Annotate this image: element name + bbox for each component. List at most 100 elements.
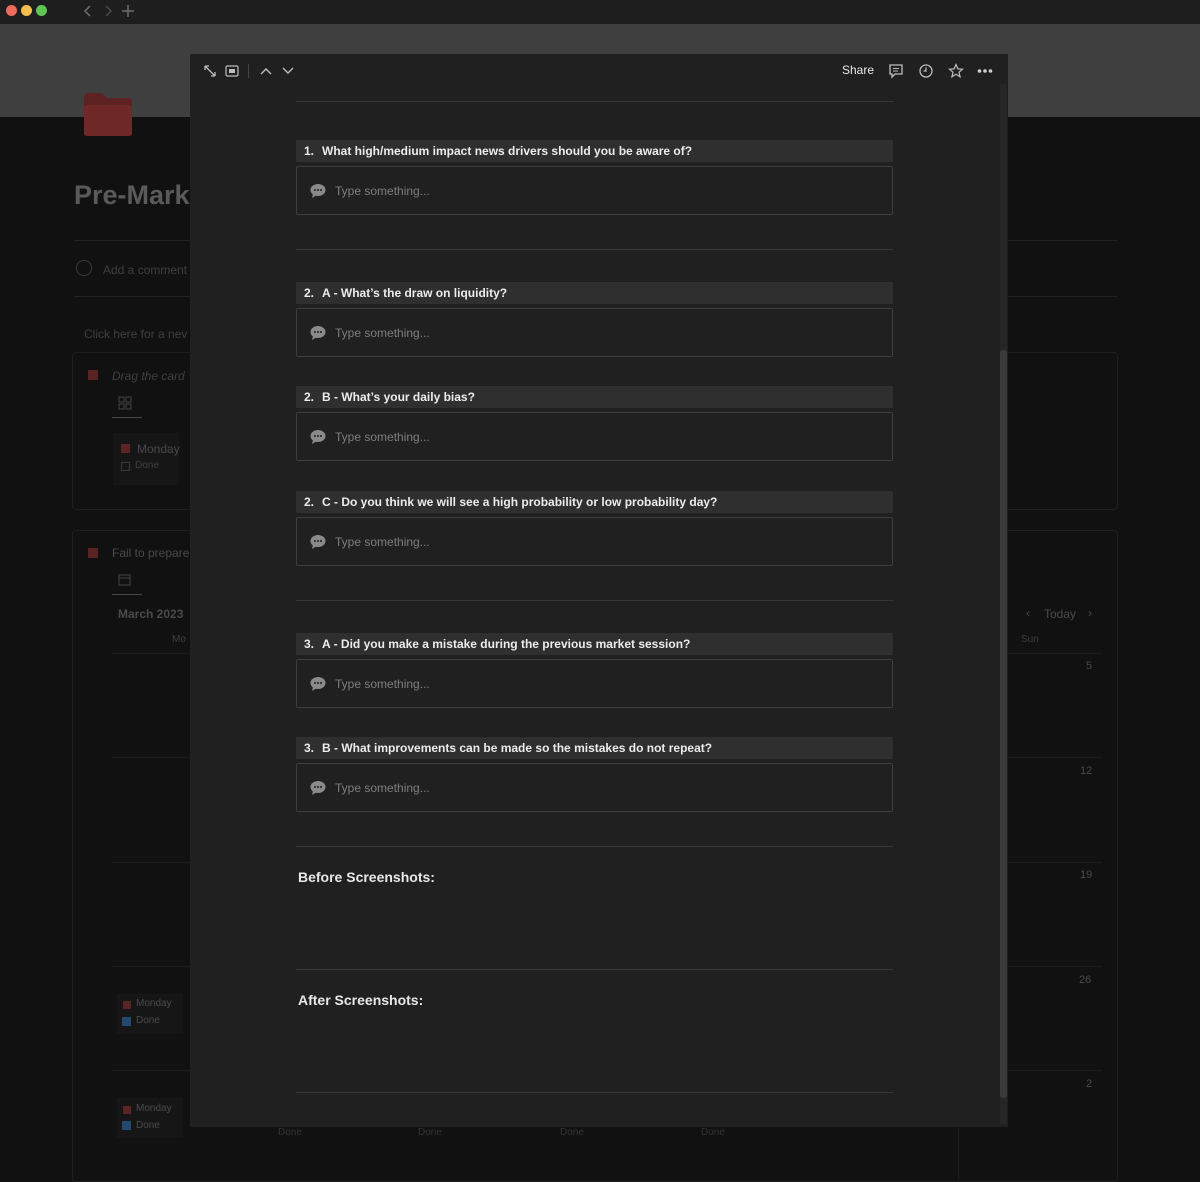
question-number: 2. [304, 495, 315, 509]
question-heading: 2. A - What’s the draw on liquidity? [296, 282, 893, 304]
card-status: Done [278, 1127, 302, 1138]
folder-icon [84, 93, 132, 136]
chevron-left-icon[interactable]: ‹ [1026, 606, 1030, 620]
modal-header: Share [190, 54, 1008, 88]
day-number: 26 [1079, 974, 1092, 986]
speech-bubble-icon [310, 184, 326, 198]
calendar-icon[interactable] [118, 573, 131, 586]
card-marker [123, 1001, 131, 1009]
day-number: 12 [1080, 765, 1093, 777]
star-icon[interactable] [946, 61, 966, 81]
expand-icon[interactable] [200, 61, 220, 81]
answer-box[interactable] [296, 308, 893, 357]
answer-input[interactable] [335, 532, 875, 552]
speech-bubble-icon [310, 677, 326, 691]
today-button[interactable]: Today [1044, 607, 1076, 621]
month-label: March 2023 [118, 607, 184, 621]
share-button[interactable]: Share [842, 63, 874, 77]
divider [296, 249, 893, 250]
history-icon[interactable] [916, 61, 936, 81]
card-status: Done [418, 1127, 442, 1138]
header-separator [248, 64, 249, 78]
divider [296, 969, 893, 970]
window-titlebar [0, 0, 1200, 24]
card-day: Monday [136, 1103, 172, 1114]
answer-box[interactable] [296, 166, 893, 215]
board-label: Drag the card [112, 369, 185, 383]
divider [296, 101, 893, 102]
question-heading: 3. B - What improvements can be made so t… [296, 737, 893, 759]
card-day: Monday [136, 998, 172, 1009]
weekday-label: Sun [1021, 634, 1039, 645]
card-status: Done [135, 460, 159, 471]
card-status: Done [136, 1015, 160, 1026]
card-checkbox[interactable] [121, 462, 130, 471]
question-text: A - Did you make a mistake during the pr… [322, 637, 691, 651]
speech-bubble-icon [310, 430, 326, 444]
divider [296, 846, 893, 847]
speech-bubble-icon [310, 326, 326, 340]
answer-input[interactable] [335, 427, 875, 447]
board-card[interactable] [113, 433, 179, 485]
card-status: Done [136, 1120, 160, 1131]
close-window-button[interactable] [6, 5, 17, 16]
question-heading: 2. C - Do you think we will see a high pr… [296, 491, 893, 513]
page-title: Pre-Mark [74, 180, 190, 210]
comment-icon[interactable] [886, 61, 906, 81]
question-text: C - Do you think we will see a high prob… [322, 495, 718, 509]
question-number: 1. [304, 144, 315, 158]
minimize-window-button[interactable] [21, 5, 32, 16]
peek-mode-icon[interactable] [222, 61, 242, 81]
question-heading: 2. B - What’s your daily bias? [296, 386, 893, 408]
day-number: 19 [1080, 869, 1093, 881]
card-status: Done [701, 1127, 725, 1138]
comment-placeholder[interactable]: Add a comment [103, 263, 187, 277]
avatar [76, 260, 92, 276]
answer-box[interactable] [296, 412, 893, 461]
question-number: 3. [304, 637, 315, 651]
question-heading: 3. A - Did you make a mistake during the … [296, 633, 893, 655]
question-text: What high/medium impact news drivers sho… [322, 144, 693, 158]
card-status: Done [560, 1127, 584, 1138]
card-day: Monday [137, 442, 180, 456]
tab-underline [112, 417, 142, 418]
question-text: B - What improvements can be made so the… [322, 741, 713, 755]
answer-box[interactable] [296, 659, 893, 708]
tab-underline [112, 594, 142, 595]
question-text: A - What’s the draw on liquidity? [322, 286, 508, 300]
card-marker [121, 444, 130, 453]
board-view-icon[interactable] [118, 396, 132, 410]
calendar-label: Fail to prepare [112, 546, 190, 560]
speech-bubble-icon [310, 535, 326, 549]
answer-box[interactable] [296, 763, 893, 812]
divider [296, 600, 893, 601]
answer-input[interactable] [335, 778, 875, 798]
question-number: 3. [304, 741, 315, 755]
more-icon[interactable] [975, 61, 995, 81]
divider [296, 1092, 893, 1093]
speech-bubble-icon [310, 781, 326, 795]
answer-input[interactable] [335, 674, 875, 694]
chevron-up-icon[interactable] [256, 61, 276, 81]
question-text: B - What’s your daily bias? [322, 390, 475, 404]
answer-input[interactable] [335, 181, 875, 201]
day-number: 2 [1086, 1078, 1093, 1090]
weekday-label: Mo [172, 634, 186, 645]
page-peek-modal: Share 1. What high/medium impact news dri… [190, 54, 1008, 1127]
zoom-window-button[interactable] [36, 5, 47, 16]
after-screenshots-heading: After Screenshots: [298, 992, 424, 1008]
card-checkbox[interactable] [122, 1017, 131, 1026]
day-number: 5 [1086, 660, 1093, 672]
question-number: 2. [304, 390, 315, 404]
chevron-right-icon[interactable]: › [1088, 606, 1092, 620]
question-number: 2. [304, 286, 315, 300]
section-marker [88, 370, 98, 380]
chevron-down-icon[interactable] [278, 61, 298, 81]
answer-box[interactable] [296, 517, 893, 566]
before-screenshots-heading: Before Screenshots: [298, 869, 435, 885]
scrollbar-thumb[interactable] [1000, 350, 1007, 1098]
card-checkbox[interactable] [122, 1121, 131, 1130]
section-marker [88, 548, 98, 558]
answer-input[interactable] [335, 323, 875, 343]
card-marker [123, 1106, 131, 1114]
